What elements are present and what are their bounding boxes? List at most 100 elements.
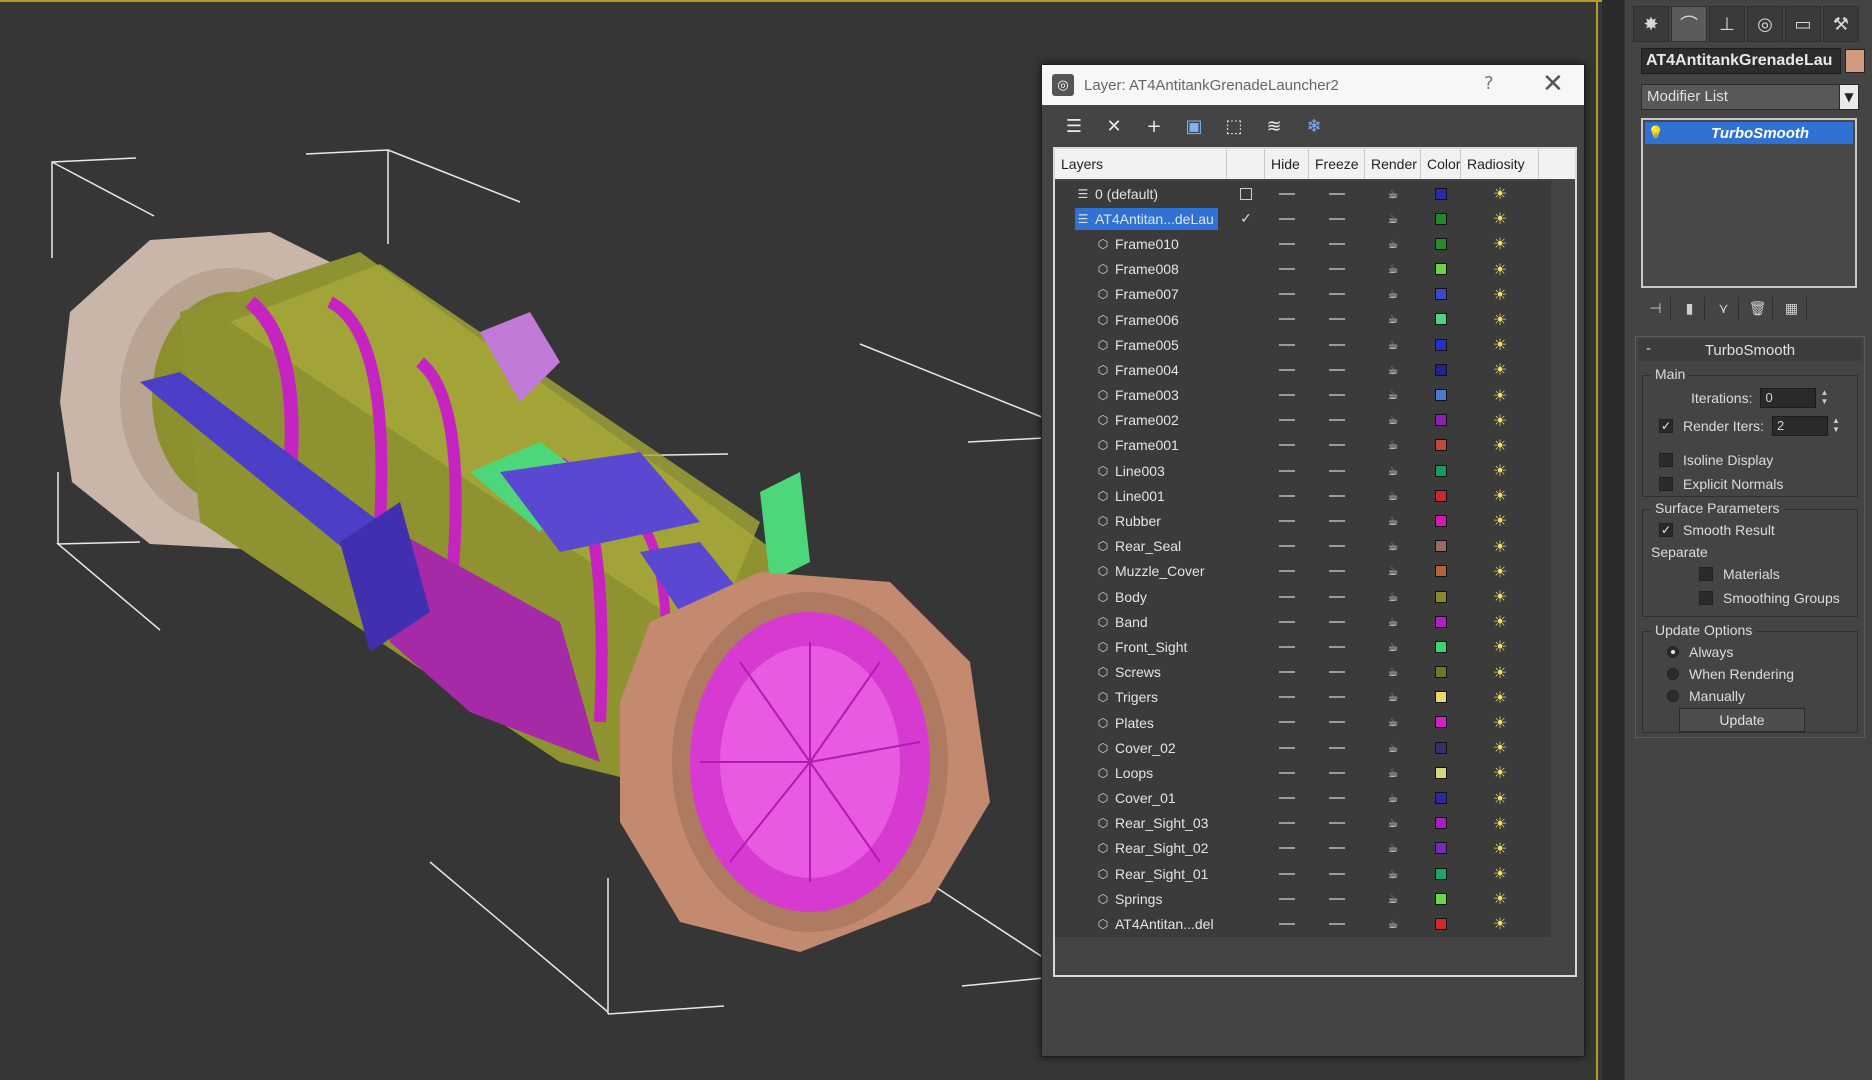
- hide-cell[interactable]: [1265, 231, 1309, 256]
- hide-cell[interactable]: [1265, 332, 1309, 357]
- render-teapot-cell[interactable]: ☕: [1365, 660, 1421, 685]
- freeze-cell[interactable]: [1309, 911, 1365, 936]
- render-teapot-cell[interactable]: ☕: [1365, 584, 1421, 609]
- radiosity-sun-cell[interactable]: ☀: [1461, 911, 1539, 936]
- radiosity-sun-cell[interactable]: ☀: [1461, 206, 1539, 231]
- color-cell[interactable]: [1421, 760, 1461, 785]
- freeze-cell[interactable]: [1309, 483, 1365, 508]
- display-tab-icon[interactable]: ▭: [1785, 6, 1821, 42]
- freeze-cell[interactable]: [1309, 282, 1365, 307]
- delete-layer-icon[interactable]: ✕: [1098, 111, 1130, 141]
- iterations-input[interactable]: 0: [1760, 388, 1817, 408]
- modifier-stack[interactable]: 💡 TurboSmooth: [1641, 118, 1857, 288]
- layer-name-cell[interactable]: ⬡ Frame001: [1095, 434, 1183, 456]
- hide-cell[interactable]: [1265, 282, 1309, 307]
- layer-row[interactable]: ⬡ Line001 ☕ ☀: [1055, 483, 1551, 509]
- layer-name-cell[interactable]: ⬡ Screws: [1095, 661, 1165, 683]
- layer-name-cell[interactable]: ⬡ Frame002: [1095, 409, 1183, 431]
- render-teapot-cell[interactable]: ☕: [1365, 559, 1421, 584]
- radiosity-sun-cell[interactable]: ☀: [1461, 282, 1539, 307]
- layer-name-cell[interactable]: ⬡ Rubber: [1095, 510, 1165, 532]
- layer-row[interactable]: ⬡ Band ☕ ☀: [1055, 609, 1551, 635]
- select-in-layer-icon[interactable]: ▣: [1178, 111, 1210, 141]
- render-teapot-cell[interactable]: ☕: [1365, 508, 1421, 533]
- render-teapot-cell[interactable]: ☕: [1365, 231, 1421, 256]
- hide-cell[interactable]: [1265, 206, 1309, 231]
- utilities-tab-icon[interactable]: ⚒: [1823, 6, 1859, 42]
- layer-name-cell[interactable]: ⬡ Frame005: [1095, 334, 1183, 356]
- render-iters-checkbox[interactable]: ✓: [1659, 419, 1673, 433]
- color-cell[interactable]: [1421, 735, 1461, 760]
- when-rendering-radio[interactable]: [1667, 668, 1679, 680]
- hide-cell[interactable]: [1265, 433, 1309, 458]
- layer-name-cell[interactable]: ⬡ Springs: [1095, 888, 1166, 910]
- hide-cell[interactable]: [1265, 408, 1309, 433]
- color-cell[interactable]: [1421, 811, 1461, 836]
- radiosity-sun-cell[interactable]: ☀: [1461, 811, 1539, 836]
- hide-cell[interactable]: [1265, 534, 1309, 559]
- render-teapot-cell[interactable]: ☕: [1365, 332, 1421, 357]
- layer-name-cell[interactable]: ⬡ Frame006: [1095, 309, 1183, 331]
- layer-row[interactable]: ⬡ Rear_Sight_03 ☕ ☀: [1055, 810, 1551, 836]
- col-hide[interactable]: Hide: [1265, 149, 1309, 179]
- layer-name-cell[interactable]: ⬡ Front_Sight: [1095, 636, 1191, 658]
- render-teapot-cell[interactable]: ☕: [1365, 383, 1421, 408]
- render-teapot-cell[interactable]: ☕: [1365, 534, 1421, 559]
- lightbulb-icon[interactable]: 💡: [1645, 122, 1667, 144]
- layer-row[interactable]: ⬡ Frame005 ☕ ☀: [1055, 332, 1551, 358]
- layer-name-cell[interactable]: ⬡ Frame008: [1095, 258, 1183, 280]
- layer-row[interactable]: ⬡ Rear_Seal ☕ ☀: [1055, 533, 1551, 559]
- layer-row[interactable]: ⬡ Frame007 ☕ ☀: [1055, 281, 1551, 307]
- radiosity-sun-cell[interactable]: ☀: [1461, 559, 1539, 584]
- radiosity-sun-cell[interactable]: ☀: [1461, 786, 1539, 811]
- layer-row[interactable]: ⬡ Frame003 ☕ ☀: [1055, 382, 1551, 408]
- freeze-cell[interactable]: [1309, 307, 1365, 332]
- radiosity-sun-cell[interactable]: ☀: [1461, 408, 1539, 433]
- render-teapot-cell[interactable]: ☕: [1365, 811, 1421, 836]
- layer-row[interactable]: ⬡ Frame006 ☕ ☀: [1055, 306, 1551, 333]
- hide-cell[interactable]: [1265, 786, 1309, 811]
- radiosity-sun-cell[interactable]: ☀: [1461, 584, 1539, 609]
- radiosity-sun-cell[interactable]: ☀: [1461, 181, 1539, 206]
- freeze-cell[interactable]: [1309, 231, 1365, 256]
- radiosity-sun-cell[interactable]: ☀: [1461, 357, 1539, 382]
- layer-row[interactable]: ⬡ AT4Antitan...del ☕ ☀: [1055, 911, 1551, 937]
- color-cell[interactable]: [1421, 181, 1461, 206]
- pin-stack-icon[interactable]: ⊣: [1641, 297, 1671, 321]
- color-cell[interactable]: [1421, 634, 1461, 659]
- freeze-cell[interactable]: [1309, 332, 1365, 357]
- layer-name-cell[interactable]: ⬡ AT4Antitan...del: [1095, 913, 1218, 935]
- color-cell[interactable]: [1421, 307, 1461, 332]
- render-teapot-cell[interactable]: ☕: [1365, 861, 1421, 886]
- highlight-selected-icon[interactable]: ⬚: [1218, 111, 1250, 141]
- render-teapot-cell[interactable]: ☕: [1365, 181, 1421, 206]
- radiosity-sun-cell[interactable]: ☀: [1461, 660, 1539, 685]
- freeze-cell[interactable]: [1309, 861, 1365, 886]
- freeze-cell[interactable]: [1309, 786, 1365, 811]
- radiosity-sun-cell[interactable]: ☀: [1461, 886, 1539, 911]
- radiosity-sun-cell[interactable]: ☀: [1461, 332, 1539, 357]
- radiosity-sun-cell[interactable]: ☀: [1461, 861, 1539, 886]
- layer-row[interactable]: ⬡ Rear_Sight_02 ☕ ☀: [1055, 835, 1551, 862]
- add-to-layer-icon[interactable]: +: [1138, 111, 1170, 141]
- freeze-cell[interactable]: [1309, 383, 1365, 408]
- layer-name-cell[interactable]: ⬡ Line001: [1095, 485, 1169, 507]
- color-cell[interactable]: [1421, 836, 1461, 861]
- hide-cell[interactable]: [1265, 508, 1309, 533]
- render-teapot-cell[interactable]: ☕: [1365, 307, 1421, 332]
- layer-row[interactable]: ⬡ Plates ☕ ☀: [1055, 709, 1551, 736]
- render-iters-input[interactable]: 2: [1771, 416, 1828, 436]
- radiosity-sun-cell[interactable]: ☀: [1461, 685, 1539, 710]
- object-color-swatch[interactable]: [1845, 49, 1865, 73]
- hide-cell[interactable]: [1265, 811, 1309, 836]
- current-layer-toggle[interactable]: [1227, 181, 1265, 206]
- hide-cell[interactable]: [1265, 584, 1309, 609]
- col-color[interactable]: Color: [1421, 149, 1461, 179]
- motion-tab-icon[interactable]: ◎: [1747, 6, 1783, 42]
- modifier-list-dropdown[interactable]: Modifier List: [1641, 84, 1857, 110]
- color-cell[interactable]: [1421, 559, 1461, 584]
- remove-modifier-icon[interactable]: 🗑: [1743, 297, 1773, 321]
- radiosity-sun-cell[interactable]: ☀: [1461, 307, 1539, 332]
- freeze-all-layers-icon[interactable]: ❄: [1298, 111, 1330, 141]
- radiosity-sun-cell[interactable]: ☀: [1461, 710, 1539, 735]
